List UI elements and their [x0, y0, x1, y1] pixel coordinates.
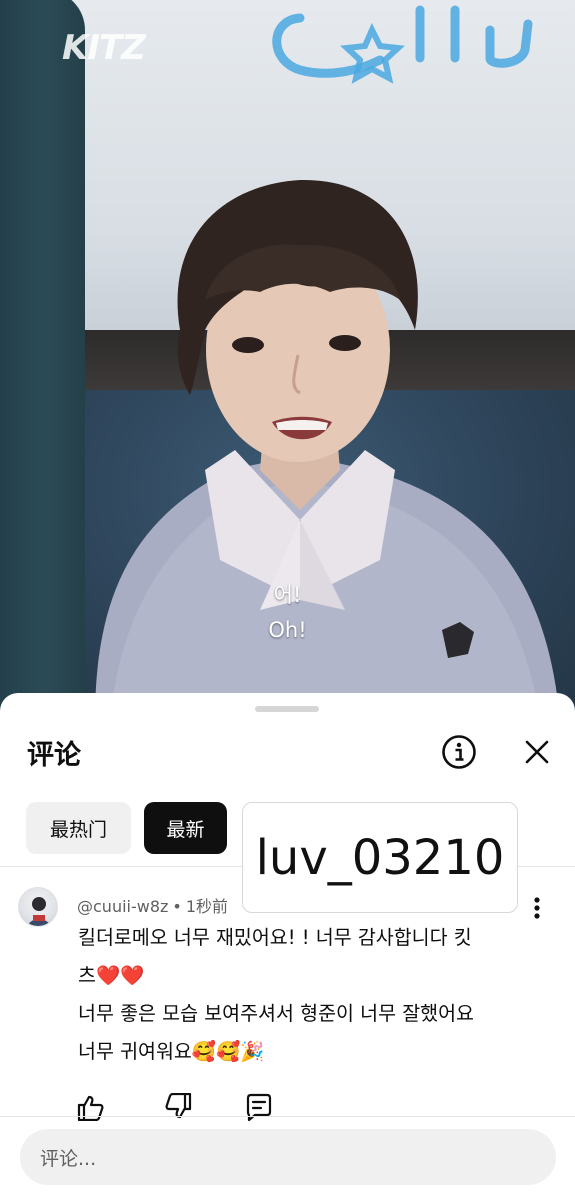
- comment-author[interactable]: @cuuii-w8z: [77, 897, 168, 916]
- meta-separator: •: [172, 897, 182, 916]
- comment-body: 킬더로메오 너무 재밌어요! ! 너무 감사합니다 킷 츠❤️❤️ 너무 좋은 …: [78, 919, 538, 1071]
- subtitle-english: Oh!: [268, 618, 307, 642]
- brand-watermark-logo: KITZ: [62, 28, 146, 68]
- comment-input[interactable]: 评论...: [20, 1129, 556, 1185]
- video-person: [95, 179, 560, 720]
- comment-line: 츠❤️❤️: [78, 964, 145, 987]
- composer-divider: [0, 1116, 575, 1117]
- sheet-drag-handle[interactable]: [255, 706, 319, 712]
- comment-item: @cuuii-w8z • 1秒前 킬더로메오 너무 재밌어요! ! 너무 감사합니다…: [0, 883, 575, 1121]
- avatar-image: [27, 897, 51, 926]
- comment-meta: @cuuii-w8z • 1秒前: [77, 893, 228, 917]
- avatar[interactable]: [18, 887, 58, 927]
- info-icon: [442, 735, 476, 769]
- close-icon: [525, 740, 549, 764]
- more-vertical-icon: [534, 897, 540, 919]
- comment-line: 너무 좋은 모습 보여주셔서 형준이 너무 잘했어요: [78, 1002, 474, 1025]
- comment-time: 1秒前: [185, 897, 229, 916]
- username-overlay-label: luv_03210: [242, 802, 518, 913]
- comment-line: 너무 귀여워요🥰🥰🎉: [78, 1040, 265, 1063]
- video-player[interactable]: KITZ 어! Oh!: [0, 0, 575, 720]
- comment-line: 킬더로메오 너무 재밌어요! ! 너무 감사합니다 킷: [78, 926, 472, 949]
- app-screen: KITZ 어! Oh! 评论 最热门 最新 luv_03210 @cuuii-w…: [0, 0, 575, 1200]
- subtitle-korean: 어!: [273, 583, 302, 607]
- info-button[interactable]: [440, 733, 478, 771]
- comments-sheet: 评论 最热门 最新 luv_03210 @cuuii-w8z • 1秒前 킬더로…: [0, 693, 575, 1200]
- close-button[interactable]: [520, 733, 554, 771]
- sort-chip-newest[interactable]: 最新: [144, 802, 227, 854]
- comments-title: 评论: [27, 740, 81, 771]
- sort-chip-top[interactable]: 最热门: [26, 802, 131, 854]
